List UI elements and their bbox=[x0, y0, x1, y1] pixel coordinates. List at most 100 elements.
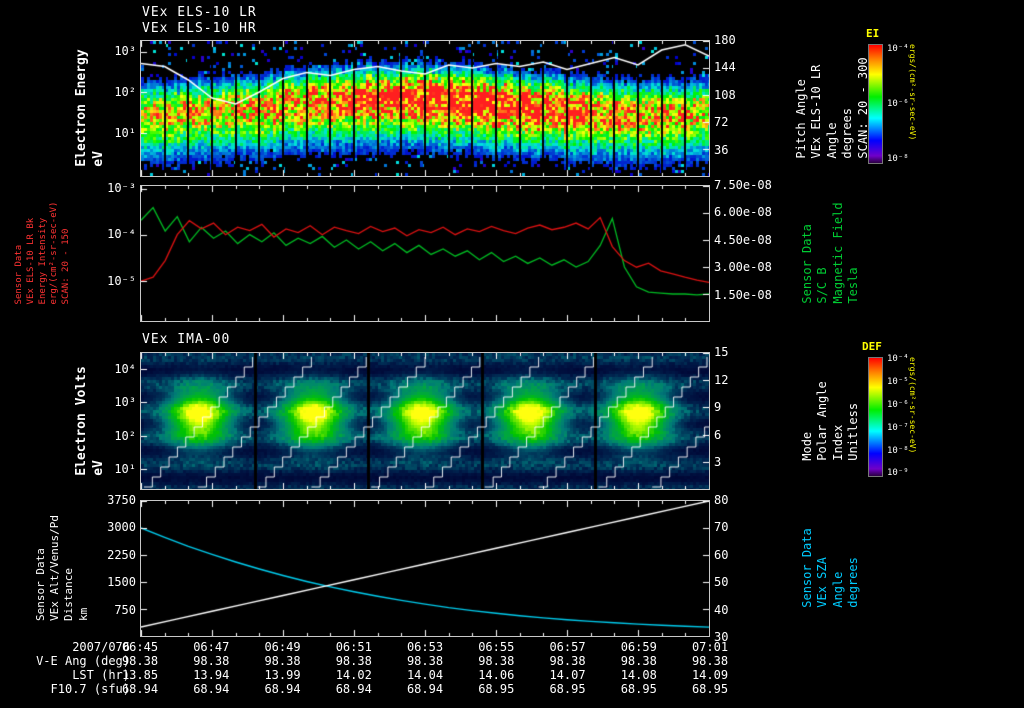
panel2-right-line1: Sensor Data bbox=[800, 224, 814, 304]
panel2-ylabel: Sensor Data VEx ELS-10 LR Bk Energy Inte… bbox=[14, 202, 72, 305]
p2-right-tick-4: 1.50e-08 bbox=[714, 287, 772, 302]
altitude-sza-panel bbox=[140, 500, 710, 637]
p4-right-tick-3: 50 bbox=[714, 575, 729, 590]
def-cbar-tick-3: 10⁻⁷ bbox=[887, 422, 909, 433]
panel1-ylabel-units: eV bbox=[90, 151, 106, 167]
footer-value-LST-5: 14.06 bbox=[478, 668, 515, 682]
panel4-right-line3: Angle bbox=[830, 571, 845, 608]
ei-cbar-tick-1: 10⁻⁶ bbox=[887, 99, 909, 109]
p1-left-tick-1: 10² bbox=[114, 85, 136, 100]
ei-colorbar-units: ergs/(cm²-sr-sec-eV) bbox=[908, 44, 917, 141]
footer-value-LST-8: 14.09 bbox=[691, 668, 729, 682]
p2-left-tick-1: 10⁻⁴ bbox=[107, 227, 136, 242]
time-tick-7: 06:59 bbox=[620, 640, 657, 654]
panel2-ylabel-line5: SCAN: 20 - 150 bbox=[61, 228, 72, 305]
p4-right-tick-2: 60 bbox=[714, 547, 729, 562]
panel4-ylabel: Sensor Data VEx Alt/Venus/Pd Distance km bbox=[34, 515, 90, 621]
time-tick-8: 07:01 bbox=[691, 640, 729, 654]
p3-right-tick-4: 3 bbox=[714, 455, 722, 470]
def-cbar-tick-1: 10⁻⁵ bbox=[887, 377, 909, 388]
altitude-sza-canvas bbox=[141, 501, 709, 636]
intensity-bfield-panel bbox=[140, 185, 710, 322]
def-cbar-tick-0: 10⁻⁴ bbox=[887, 354, 909, 365]
p4-left-tick-0: 3750 bbox=[107, 493, 136, 507]
panel1-title-hr: VEx ELS-10 HR bbox=[142, 21, 257, 36]
footer-value-V-E-2: 98.38 bbox=[264, 654, 301, 668]
p4-left-tick-2: 2250 bbox=[107, 547, 136, 562]
panel2-ylabel-line2: VEx ELS-10 LR Bk bbox=[25, 217, 36, 305]
footer-value-LST-4: 14.04 bbox=[406, 668, 444, 682]
time-tick-4: 06:53 bbox=[406, 640, 444, 654]
panel1-right-label: Pitch Angle VEx ELS-10 LR Angle degrees … bbox=[794, 57, 870, 158]
panel4-ylabel-units: km bbox=[76, 607, 90, 621]
p3-left-tick-2: 10² bbox=[114, 429, 136, 444]
p1-left-tick-0: 10³ bbox=[114, 43, 136, 58]
p4-right-tick-0: 80 bbox=[714, 493, 729, 507]
footer-value-F10.7-1: 68.94 bbox=[193, 682, 230, 696]
footer-value-F10.7-4: 68.94 bbox=[406, 682, 444, 696]
panel3-right-line1: Mode bbox=[800, 431, 814, 461]
ei-cbar-tick-2: 10⁻⁸ bbox=[887, 154, 909, 165]
row-label-f107: F10.7 (sfu) bbox=[50, 682, 130, 696]
p4-left-tick-1: 3000 bbox=[107, 520, 136, 535]
panel4-right-line1: Sensor Data bbox=[800, 528, 814, 608]
p1-right-tick-0: 180 bbox=[714, 33, 736, 47]
footer-value-F10.7-3: 68.94 bbox=[335, 682, 372, 696]
panel1-right-line4: degrees bbox=[840, 108, 855, 159]
els-spectrogram-panel bbox=[140, 40, 710, 177]
panel3-right-line2: Polar Angle bbox=[815, 381, 830, 461]
p2-right-tick-0: 7.50e-08 bbox=[714, 178, 772, 192]
footer-value-LST-0: 13.85 bbox=[121, 668, 159, 682]
panel3-right-line4: Unitless bbox=[846, 402, 861, 461]
footer-value-F10.7-7: 68.95 bbox=[620, 682, 657, 696]
p3-right-tick-1: 12 bbox=[714, 372, 729, 387]
panel4-right-label: Sensor Data VEx SZA Angle degrees bbox=[800, 528, 861, 607]
footer-value-V-E-1: 98.38 bbox=[193, 654, 230, 668]
p3-left-tick-0: 10⁴ bbox=[114, 361, 136, 376]
els-spectrogram-canvas bbox=[141, 41, 709, 176]
panel4-ylabel-line1: Sensor Data bbox=[34, 548, 47, 621]
footer-value-V-E-3: 98.38 bbox=[335, 654, 372, 668]
footer-value-F10.7-6: 68.95 bbox=[549, 682, 586, 696]
time-tick-5: 06:55 bbox=[478, 640, 515, 654]
panel3-ylabel: Electron Volts eV bbox=[74, 366, 106, 476]
time-tick-6: 06:57 bbox=[549, 640, 586, 654]
def-cbar-tick-4: 10⁻⁸ bbox=[887, 445, 909, 456]
footer-value-V-E-7: 98.38 bbox=[620, 654, 657, 668]
p3-left-tick-1: 10³ bbox=[114, 394, 136, 409]
p3-left-tick-3: 10¹ bbox=[114, 462, 136, 477]
p2-right-tick-3: 3.00e-08 bbox=[714, 260, 772, 275]
p3-right-tick-0: 15 bbox=[714, 345, 729, 359]
p4-right-tick-1: 70 bbox=[714, 520, 729, 535]
panel2-right-line3: Magnetic Field bbox=[830, 202, 845, 304]
row-label-lst: LST (hr) bbox=[72, 668, 130, 682]
footer-value-LST-1: 13.94 bbox=[193, 668, 230, 682]
footer-value-LST-2: 13.99 bbox=[264, 668, 301, 682]
date-label: 2007/076 bbox=[72, 640, 130, 654]
panel3-right-line3: Index bbox=[830, 424, 845, 461]
panel1-ylabel-line: Electron Energy bbox=[74, 49, 89, 167]
footer-value-LST-7: 14.08 bbox=[620, 668, 657, 682]
row-label-ve-ang: V-E Ang (deg) bbox=[36, 654, 130, 668]
panel3-right-label: Mode Polar Angle Index Unitless bbox=[800, 381, 861, 460]
panel1-title-lr: VEx ELS-10 LR bbox=[142, 5, 257, 20]
p1-left-tick-2: 10¹ bbox=[114, 126, 136, 141]
panel2-right-label: Sensor Data S/C B Magnetic Field Tesla bbox=[800, 202, 861, 303]
time-tick-0: 06:45 bbox=[121, 640, 159, 654]
p3-right-tick-3: 6 bbox=[714, 427, 722, 442]
ima-spectrogram-panel bbox=[140, 352, 710, 490]
panel3-title: VEx IMA-00 bbox=[142, 332, 231, 347]
p2-right-tick-1: 6.00e-08 bbox=[714, 205, 772, 220]
panel3-ylabel-units: eV bbox=[90, 460, 106, 476]
panel2-ylabel-line1: Sensor Data bbox=[14, 244, 24, 305]
p2-left-tick-0: 10⁻³ bbox=[107, 180, 136, 195]
p1-right-tick-1: 144 bbox=[714, 60, 736, 75]
ei-cbar-tick-0: 10⁻⁴ bbox=[887, 43, 909, 54]
p4-left-tick-4: 750 bbox=[114, 602, 136, 617]
panel2-ylabel-line3: Energy Intensity bbox=[37, 217, 48, 305]
footer-value-F10.7-8: 68.95 bbox=[691, 682, 729, 696]
def-cbar-tick-2: 10⁻⁶ bbox=[887, 400, 909, 410]
p2-right-tick-2: 4.50e-08 bbox=[714, 232, 772, 247]
p1-right-tick-3: 72 bbox=[714, 115, 729, 130]
footer-value-F10.7-2: 68.94 bbox=[264, 682, 301, 696]
